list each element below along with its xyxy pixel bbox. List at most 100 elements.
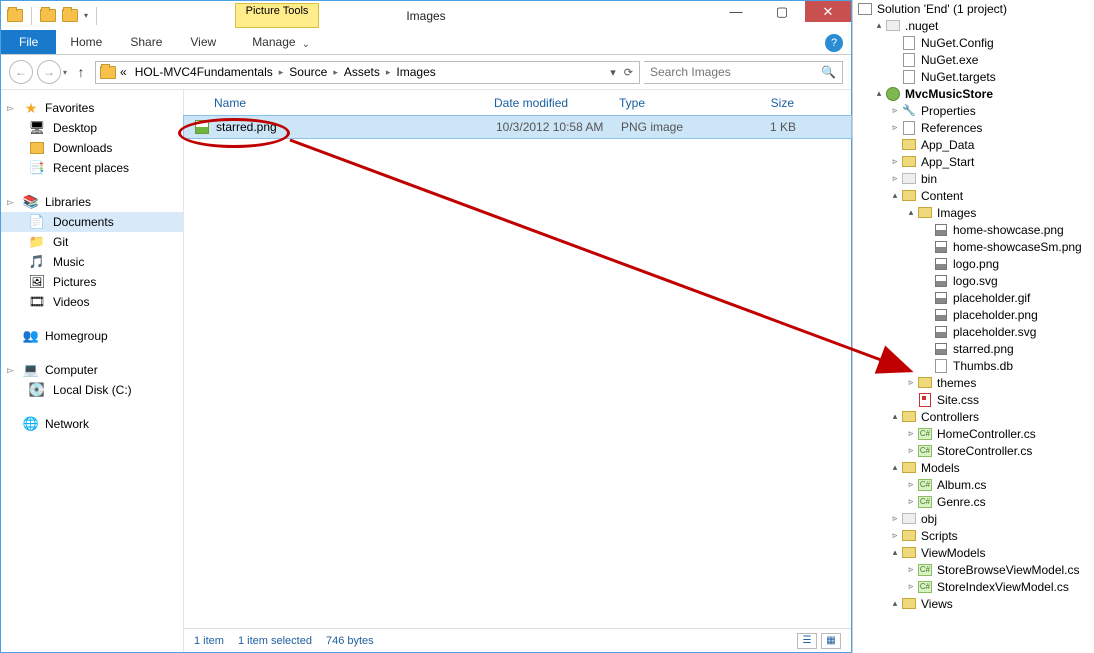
refresh-icon[interactable]: ⟳ (624, 66, 633, 79)
tree-item[interactable]: ·App_Data (853, 136, 1094, 153)
search-box[interactable]: 🔍 (644, 61, 843, 84)
view-details-button[interactable]: ☰ (797, 633, 817, 649)
back-button[interactable]: ← (9, 60, 33, 84)
breadcrumb[interactable]: Images (392, 65, 439, 79)
tree-expander-icon[interactable]: ▴ (889, 598, 901, 609)
tree-item[interactable]: ▴Images (853, 204, 1094, 221)
tree-expander-icon[interactable]: ▴ (889, 547, 901, 558)
tree-expander-icon[interactable]: ▹ (905, 479, 917, 490)
sidebar-group-libraries[interactable]: ▻📚Libraries (1, 192, 183, 212)
tree-item[interactable]: ·Site.css (853, 391, 1094, 408)
tree-item[interactable]: ▹themes (853, 374, 1094, 391)
sidebar-item-local-disk[interactable]: 💽Local Disk (C:) (1, 380, 183, 400)
tree-item[interactable]: ·placeholder.gif (853, 289, 1094, 306)
tree-item[interactable]: ·logo.png (853, 255, 1094, 272)
sidebar-item-downloads[interactable]: Downloads (1, 138, 183, 158)
view-thumbnails-button[interactable]: ▦ (821, 633, 841, 649)
tree-expander-icon[interactable]: ▹ (889, 530, 901, 541)
address-dropdown-icon[interactable]: ▾ (610, 66, 616, 79)
tree-expander-icon[interactable]: ▹ (905, 377, 917, 388)
close-button[interactable]: ✕ (805, 1, 851, 22)
tree-item[interactable]: ▹C#StoreIndexViewModel.cs (853, 578, 1094, 595)
ribbon-tab-manage[interactable]: Manage (238, 30, 309, 54)
sidebar-item-recent[interactable]: 📑Recent places (1, 158, 183, 178)
tree-item[interactable]: ▹obj (853, 510, 1094, 527)
tree-expander-icon[interactable]: ▹ (905, 445, 917, 456)
sidebar-item-desktop[interactable]: 🖥Desktop (1, 118, 183, 138)
tree-item[interactable]: ▴Models (853, 459, 1094, 476)
sidebar-item-pictures[interactable]: 🖼Pictures (1, 272, 183, 292)
file-row[interactable]: starred.png 10/3/2012 10:58 AM PNG image… (184, 116, 851, 138)
tree-item[interactable]: ·starred.png (853, 340, 1094, 357)
tree-expander-icon[interactable]: ▹ (889, 105, 901, 116)
tree-item[interactable]: ▹C#Album.cs (853, 476, 1094, 493)
tree-item[interactable]: ▹C#Genre.cs (853, 493, 1094, 510)
address-bar[interactable]: « HOL-MVC4Fundamentals▸ Source▸ Assets▸ … (95, 61, 640, 84)
ribbon-file-tab[interactable]: File (1, 30, 56, 54)
tree-item[interactable]: ·home-showcase.png (853, 221, 1094, 238)
tree-expander-icon[interactable]: ▹ (889, 122, 901, 133)
sidebar-item-git[interactable]: 📁Git (1, 232, 183, 252)
ribbon-tab-home[interactable]: Home (56, 30, 116, 54)
qat-new-folder-icon[interactable] (62, 8, 78, 24)
tree-expander-icon[interactable]: ▴ (889, 462, 901, 473)
sidebar-group-computer[interactable]: ▻💻Computer (1, 360, 183, 380)
tree-item[interactable]: ▹🔧Properties (853, 102, 1094, 119)
tree-item[interactable]: ▴Controllers (853, 408, 1094, 425)
tree-item[interactable]: ▹C#StoreBrowseViewModel.cs (853, 561, 1094, 578)
tree-item[interactable]: ·NuGet.Config (853, 34, 1094, 51)
breadcrumb[interactable]: Source (285, 65, 331, 79)
tree-item[interactable]: ·home-showcaseSm.png (853, 238, 1094, 255)
tree-item[interactable]: ▴ViewModels (853, 544, 1094, 561)
tree-expander-icon[interactable]: ▹ (905, 581, 917, 592)
app-icon[interactable] (7, 8, 23, 24)
tree-item[interactable]: ·NuGet.targets (853, 68, 1094, 85)
sidebar-item-network[interactable]: 🌐Network (1, 414, 183, 434)
ribbon-context-tab[interactable]: Picture Tools (235, 3, 319, 28)
tree-expander-icon[interactable]: ▴ (889, 411, 901, 422)
tree-item[interactable]: ▹C#StoreController.cs (853, 442, 1094, 459)
title-bar[interactable]: ▾ Picture Tools Images — ▢ ✕ (1, 1, 851, 30)
tree-item[interactable]: ·NuGet.exe (853, 51, 1094, 68)
ribbon-tab-share[interactable]: Share (116, 30, 176, 54)
sidebar-item-music[interactable]: 🎵Music (1, 252, 183, 272)
qat-dropdown-icon[interactable]: ▾ (84, 11, 88, 20)
tree-expander-icon[interactable]: ▹ (889, 156, 901, 167)
tree-item[interactable]: ▴MvcMusicStore (853, 85, 1094, 102)
breadcrumb[interactable]: Assets (340, 65, 384, 79)
tree-expander-icon[interactable]: ▹ (889, 173, 901, 184)
tree-item[interactable]: ▹References (853, 119, 1094, 136)
sidebar-item-homegroup[interactable]: 👥Homegroup (1, 326, 183, 346)
help-icon[interactable]: ? (825, 34, 843, 52)
sidebar-item-videos[interactable]: 🎞Videos (1, 292, 183, 312)
qat-properties-icon[interactable] (40, 8, 56, 24)
history-dropdown-icon[interactable]: ▾ (63, 68, 67, 77)
tree-item[interactable]: ·Thumbs.db (853, 357, 1094, 374)
tree-item[interactable]: ▴.nuget (853, 17, 1094, 34)
tree-expander-icon[interactable]: ▹ (905, 564, 917, 575)
up-button[interactable]: ↑ (71, 62, 91, 82)
tree-expander-icon[interactable]: ▴ (905, 207, 917, 218)
sidebar-item-documents[interactable]: 📄Documents (1, 212, 183, 232)
maximize-button[interactable]: ▢ (759, 1, 805, 22)
tree-expander-icon[interactable]: ▹ (889, 513, 901, 524)
search-input[interactable] (650, 65, 821, 79)
tree-item[interactable]: ▴Views (853, 595, 1094, 612)
tree-expander-icon[interactable]: ▹ (905, 496, 917, 507)
tree-expander-icon[interactable]: ▴ (873, 88, 885, 99)
tree-item[interactable]: ▹C#HomeController.cs (853, 425, 1094, 442)
breadcrumb[interactable]: HOL-MVC4Fundamentals (131, 65, 277, 79)
tree-item[interactable]: ·placeholder.png (853, 306, 1094, 323)
tree-item[interactable]: ·placeholder.svg (853, 323, 1094, 340)
tree-item[interactable]: ▹Scripts (853, 527, 1094, 544)
column-size[interactable]: Size (734, 96, 794, 110)
tree-item[interactable]: ·logo.svg (853, 272, 1094, 289)
tree-expander-icon[interactable]: ▴ (873, 20, 885, 31)
tree-expander-icon[interactable]: ▹ (905, 428, 917, 439)
column-type[interactable]: Type (619, 96, 734, 110)
minimize-button[interactable]: — (713, 1, 759, 22)
tree-expander-icon[interactable]: ▴ (889, 190, 901, 201)
solution-root[interactable]: Solution 'End' (1 project) (853, 0, 1094, 17)
column-name[interactable]: Name (214, 96, 494, 110)
column-date[interactable]: Date modified (494, 96, 619, 110)
